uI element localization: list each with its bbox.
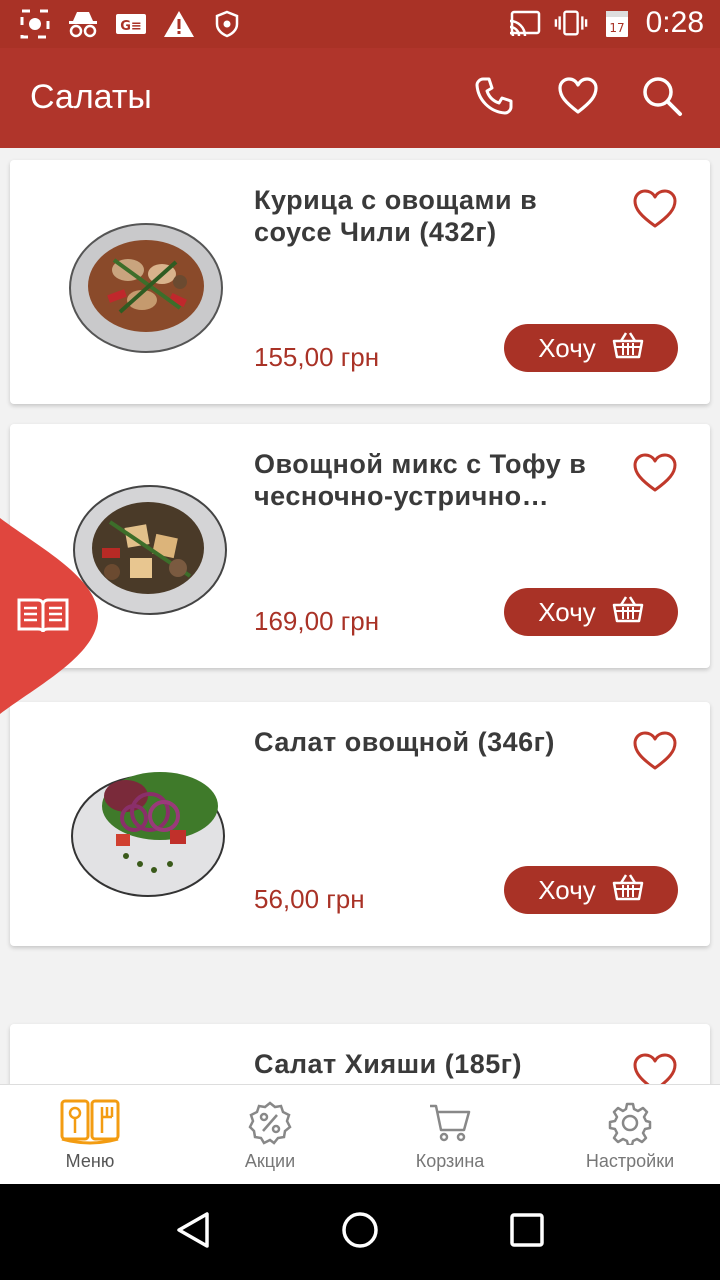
want-button-label: Хочу: [538, 332, 596, 363]
cast-icon: [508, 7, 542, 39]
menu-book-icon: [60, 1099, 120, 1147]
bottom-tab-bar: Меню Акции Корзина Настройки: [0, 1084, 720, 1184]
want-button[interactable]: Хочу: [504, 866, 678, 914]
svg-text:G≡: G≡: [120, 19, 142, 34]
add-favorite-button[interactable]: [630, 188, 680, 234]
basket-icon: [612, 873, 644, 908]
status-bar-left: G≡: [18, 8, 244, 40]
favorites-button[interactable]: [554, 74, 602, 122]
phone-icon: [473, 75, 515, 121]
tab-label: Корзина: [415, 1151, 485, 1171]
heart-icon: [557, 76, 599, 120]
clock: 0:28: [645, 6, 704, 39]
side-menu-tab[interactable]: [0, 518, 100, 714]
product-image: [30, 1064, 250, 1084]
product-name[interactable]: Салат овощной (346г): [254, 726, 604, 758]
recents-square-icon: [507, 1210, 547, 1254]
tab-settings[interactable]: Настройки: [540, 1085, 720, 1184]
want-button[interactable]: Хочу: [504, 588, 678, 636]
home-button[interactable]: [330, 1202, 390, 1262]
warning-icon: [162, 8, 196, 40]
add-favorite-button[interactable]: [630, 452, 680, 498]
app-bar: Салаты: [0, 48, 720, 148]
search-button[interactable]: [638, 74, 686, 122]
product-name[interactable]: Салат Хияши (185г): [254, 1048, 604, 1080]
home-circle-icon: [340, 1210, 380, 1254]
search-icon: [640, 74, 684, 122]
heart-outline-icon: [632, 452, 678, 498]
svg-text:17: 17: [609, 21, 624, 35]
shield-icon: [210, 8, 244, 40]
product-list[interactable]: Курица с овощами в соусе Чили (432г) 155…: [0, 148, 720, 1084]
product-card[interactable]: Салат Хияши (185г): [10, 1024, 710, 1084]
product-card[interactable]: Салат овощной (346г) 56,00 грн Хочу: [10, 702, 710, 946]
product-price: 56,00 грн: [254, 884, 365, 914]
tab-menu[interactable]: Меню: [0, 1085, 180, 1184]
tab-cart[interactable]: Корзина: [360, 1085, 540, 1184]
product-card[interactable]: Курица с овощами в соусе Чили (432г) 155…: [10, 160, 710, 404]
status-bar: G≡ 17 0:28: [0, 0, 720, 48]
product-image: [30, 200, 250, 360]
heart-outline-icon: [632, 730, 678, 776]
sim-card-icon: G≡: [114, 8, 148, 40]
page-title: Салаты: [30, 78, 152, 116]
screenshot-icon: [18, 8, 52, 40]
back-button[interactable]: [163, 1202, 223, 1262]
want-button-label: Хочу: [538, 596, 596, 627]
basket-icon: [612, 595, 644, 630]
product-price: 169,00 грн: [254, 606, 380, 636]
back-triangle-icon: [173, 1210, 213, 1254]
add-favorite-button[interactable]: [630, 730, 680, 776]
heart-outline-icon: [632, 1052, 678, 1084]
open-book-icon: [16, 596, 70, 640]
status-bar-right: 17 0:28: [508, 6, 704, 40]
phone-button[interactable]: [470, 74, 518, 122]
product-price: 155,00 грн: [254, 342, 380, 372]
product-image: [30, 742, 250, 902]
product-card[interactable]: Овощной микс с Тофу в чесночно-устрично……: [10, 424, 710, 668]
system-nav-bar: [0, 1184, 720, 1280]
vibrate-icon: [554, 7, 588, 39]
settings-gear-icon: [600, 1099, 660, 1147]
want-button[interactable]: Хочу: [504, 324, 678, 372]
add-favorite-button[interactable]: [630, 1052, 680, 1084]
tab-promotions[interactable]: Акции: [180, 1085, 360, 1184]
recents-button[interactable]: [497, 1202, 557, 1262]
cart-icon: [420, 1099, 480, 1147]
heart-outline-icon: [632, 188, 678, 234]
calendar-icon: 17: [600, 7, 634, 39]
percent-badge-icon: [240, 1099, 300, 1147]
basket-icon: [612, 331, 644, 366]
want-button-label: Хочу: [538, 874, 596, 905]
product-name[interactable]: Курица с овощами в соусе Чили (432г): [254, 184, 604, 248]
tab-label: Акции: [244, 1151, 296, 1171]
tab-label: Меню: [65, 1151, 115, 1171]
tab-label: Настройки: [585, 1151, 675, 1171]
product-name[interactable]: Овощной микс с Тофу в чесночно-устрично…: [254, 448, 604, 512]
incognito-icon: [66, 8, 100, 40]
